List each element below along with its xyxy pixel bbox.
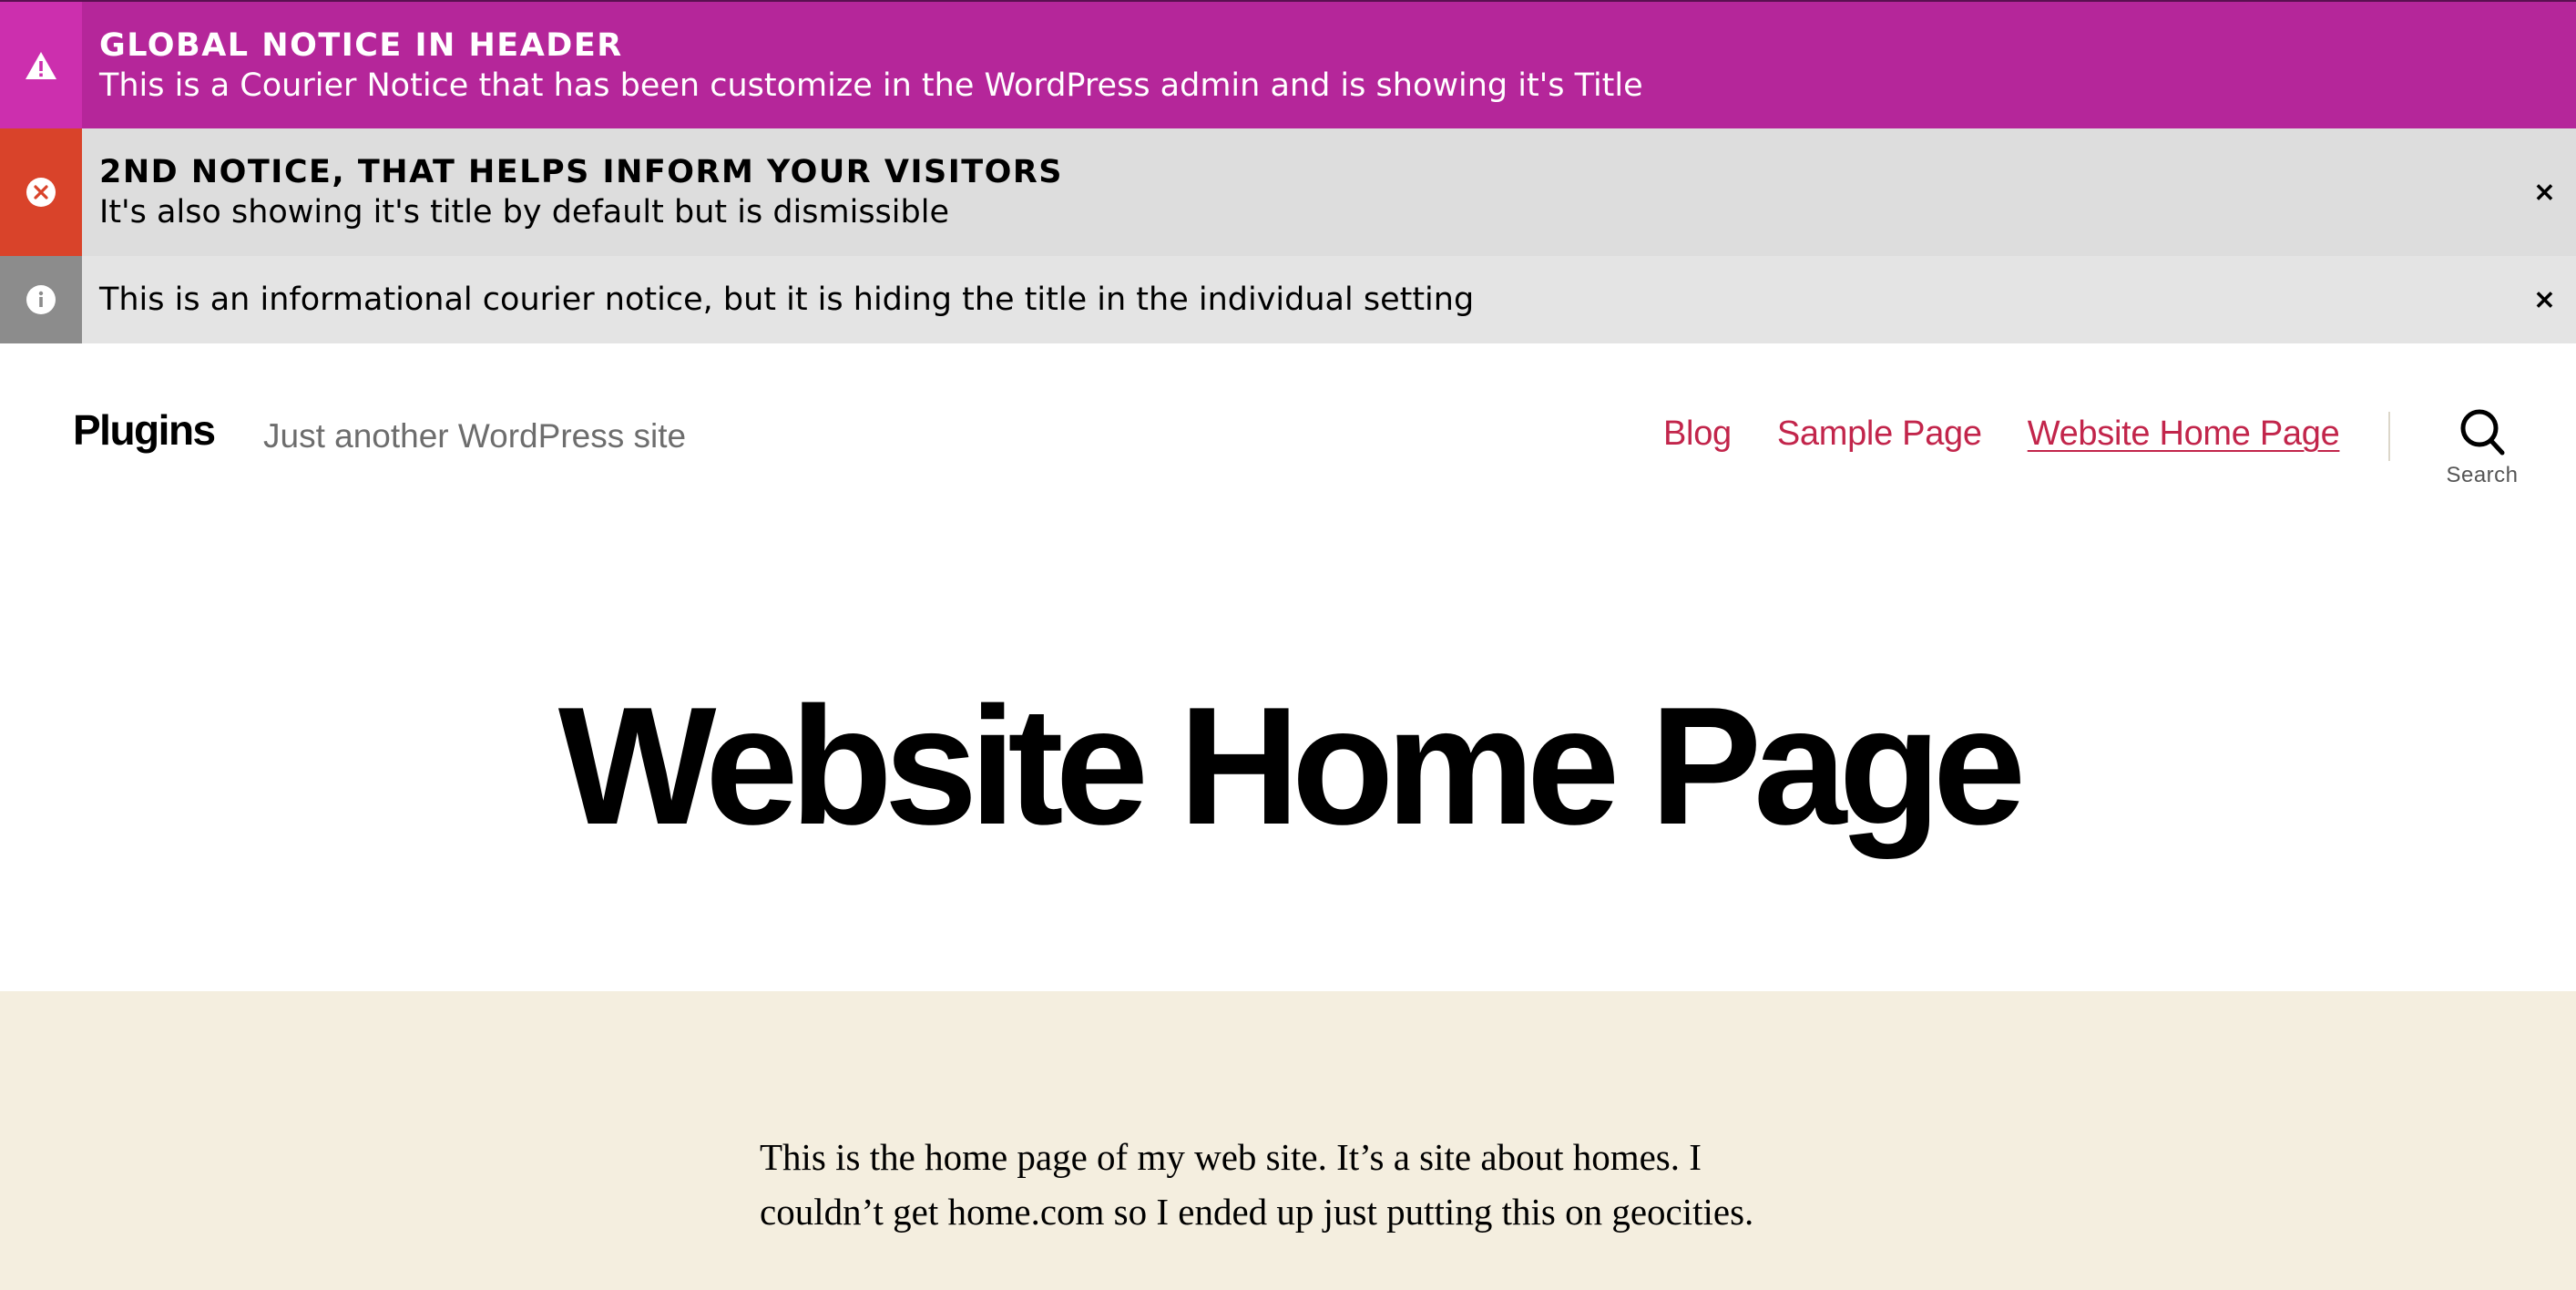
close-icon[interactable]: × xyxy=(2533,284,2556,316)
close-icon[interactable]: × xyxy=(2533,177,2556,209)
notice-informational: This is an informational courier notice,… xyxy=(0,256,2576,343)
notice-icon-column xyxy=(0,128,82,256)
notice-title: GLOBAL NOTICE IN HEADER xyxy=(99,26,623,64)
info-icon xyxy=(26,285,56,314)
error-icon xyxy=(26,178,56,207)
notice-title: 2ND NOTICE, THAT HELPS INFORM YOUR VISIT… xyxy=(99,154,1064,190)
notice-text: This is an informational courier notice,… xyxy=(99,282,1475,318)
search-icon xyxy=(2460,409,2505,456)
nav-item-blog[interactable]: Blog xyxy=(1663,415,1732,454)
notice-global-header: GLOBAL NOTICE IN HEADER This is a Courie… xyxy=(0,0,2576,128)
site-description: Just another WordPress site xyxy=(263,417,687,455)
search-label: Search xyxy=(2446,463,2519,487)
page-title: Website Home Page xyxy=(557,671,2026,859)
page-content: This is the home page of my web site. It… xyxy=(0,991,2576,1290)
notice-dismissible: 2ND NOTICE, THAT HELPS INFORM YOUR VISIT… xyxy=(0,128,2576,256)
notice-text: It's also showing it's title by default … xyxy=(99,194,949,230)
notice-text: This is a Courier Notice that has been c… xyxy=(99,67,1643,104)
nav-divider xyxy=(2388,412,2390,461)
notice-icon-column xyxy=(0,2,82,128)
primary-nav: Blog Sample Page Website Home Page xyxy=(1663,415,2385,454)
notice-icon-column xyxy=(0,256,82,343)
site-title[interactable]: Plugins xyxy=(73,405,216,455)
content-paragraph: This is the home page of my web site. It… xyxy=(760,1136,1754,1233)
search-button[interactable]: Search xyxy=(2434,408,2530,488)
warning-icon xyxy=(26,51,56,79)
nav-item-sample-page[interactable]: Sample Page xyxy=(1777,415,1982,454)
nav-item-website-home-page[interactable]: Website Home Page xyxy=(2028,415,2340,454)
